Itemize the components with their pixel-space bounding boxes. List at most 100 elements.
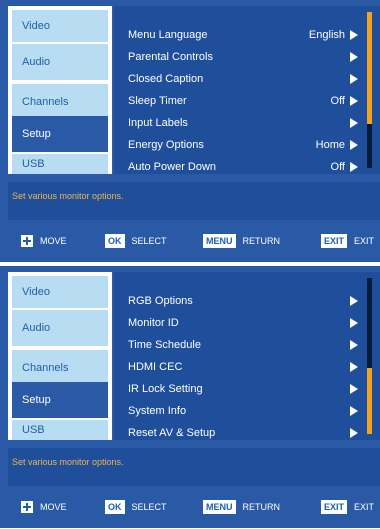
tab-usb[interactable]: USB bbox=[12, 420, 108, 440]
menu-item-label: Sleep Timer bbox=[128, 95, 187, 107]
tab-audio[interactable]: Audio bbox=[12, 44, 108, 80]
menu-item-input-labels[interactable]: Input Labels bbox=[128, 112, 358, 134]
return-hint: MENU RETURN bbox=[202, 233, 280, 249]
menu-item-system-info[interactable]: System Info bbox=[128, 400, 358, 422]
select-label: SELECT bbox=[131, 236, 167, 246]
exit-label: EXIT bbox=[354, 502, 375, 512]
menu-item-value bbox=[345, 118, 358, 128]
tab-panel: Video Audio Channels Setup USB bbox=[8, 272, 112, 440]
settings-screen-2: Video Audio Channels Setup USB RGB Optio… bbox=[0, 266, 380, 528]
tab-channels[interactable]: Channels bbox=[12, 350, 108, 386]
menu-item-value bbox=[345, 296, 358, 306]
control-bar: MOVE OK SELECT MENU RETURN EXIT EXIT bbox=[0, 224, 380, 258]
menu-item-ir-lock-setting[interactable]: IR Lock Setting bbox=[128, 378, 358, 400]
menu-item-value bbox=[345, 74, 358, 84]
ok-key: OK bbox=[104, 499, 126, 515]
tab-label: USB bbox=[22, 158, 45, 170]
arrow-right-icon bbox=[350, 74, 358, 84]
menu-item-closed-caption[interactable]: Closed Caption bbox=[128, 68, 358, 90]
scrollbar[interactable] bbox=[367, 12, 372, 168]
menu-item-label: Auto Power Down bbox=[128, 161, 217, 173]
help-label: Set various monitor options. bbox=[12, 457, 124, 467]
move-label: MOVE bbox=[40, 502, 67, 512]
menu-item-value bbox=[345, 406, 358, 416]
select-hint: OK SELECT bbox=[104, 233, 167, 249]
menu-item-monitor-id[interactable]: Monitor ID bbox=[128, 312, 358, 334]
return-hint: MENU RETURN bbox=[202, 499, 280, 515]
tab-label: Video bbox=[22, 286, 50, 298]
tab-label: Setup bbox=[22, 394, 51, 406]
tab-label: USB bbox=[22, 424, 45, 436]
tab-label: Audio bbox=[22, 322, 51, 334]
tab-label: Audio bbox=[22, 56, 51, 68]
tab-video[interactable]: Video bbox=[12, 276, 108, 308]
select-label: SELECT bbox=[131, 502, 167, 512]
tab-channels[interactable]: Channels bbox=[12, 84, 108, 120]
scrollbar-thumb[interactable] bbox=[367, 368, 372, 434]
arrow-right-icon bbox=[350, 318, 358, 328]
menu-item-time-schedule[interactable]: Time Schedule bbox=[128, 334, 358, 356]
menu-item-value bbox=[345, 384, 358, 394]
menu-item-label: Menu Language bbox=[128, 29, 208, 41]
arrow-right-icon bbox=[350, 340, 358, 350]
menu-item-value: English bbox=[309, 29, 358, 41]
dpad-icon bbox=[20, 500, 34, 514]
arrow-right-icon bbox=[350, 362, 358, 372]
scrollbar-thumb[interactable] bbox=[367, 12, 372, 124]
menu-item-label: Time Schedule bbox=[128, 339, 201, 351]
menu-item-hdmi-cec[interactable]: HDMI CEC bbox=[128, 356, 358, 378]
arrow-right-icon bbox=[350, 406, 358, 416]
arrow-right-icon bbox=[350, 30, 358, 40]
dpad-icon bbox=[20, 234, 34, 248]
arrow-right-icon bbox=[350, 96, 358, 106]
menu-key: MENU bbox=[202, 499, 237, 515]
menu-item-sleep-timer[interactable]: Sleep Timer Off bbox=[128, 90, 358, 112]
exit-hint: EXIT EXIT bbox=[320, 233, 374, 249]
return-label: RETURN bbox=[242, 502, 281, 512]
return-label: RETURN bbox=[242, 236, 281, 246]
menu-item-label: Closed Caption bbox=[128, 73, 204, 85]
tab-setup[interactable]: Setup bbox=[12, 382, 108, 418]
menu-item-auto-power-down[interactable]: Auto Power Down Off bbox=[128, 156, 358, 178]
menu-item-label: System Info bbox=[128, 405, 187, 417]
tab-label: Channels bbox=[22, 96, 69, 108]
tab-audio[interactable]: Audio bbox=[12, 310, 108, 346]
menu-item-label: HDMI CEC bbox=[128, 361, 183, 373]
tab-usb[interactable]: USB bbox=[12, 154, 108, 174]
tab-label: Video bbox=[22, 20, 50, 32]
menu-item-label: Parental Controls bbox=[128, 51, 213, 63]
menu-item-value bbox=[345, 52, 358, 62]
ok-key: OK bbox=[104, 233, 126, 249]
arrow-right-icon bbox=[350, 118, 358, 128]
menu-key: MENU bbox=[202, 233, 237, 249]
exit-label: EXIT bbox=[354, 236, 375, 246]
select-hint: OK SELECT bbox=[104, 499, 167, 515]
move-label: MOVE bbox=[40, 236, 67, 246]
help-text: Set various monitor options. bbox=[8, 448, 380, 486]
move-hint: MOVE bbox=[20, 234, 67, 248]
menu-item-label: Monitor ID bbox=[128, 317, 179, 329]
arrow-right-icon bbox=[350, 296, 358, 306]
menu-item-parental-controls[interactable]: Parental Controls bbox=[128, 46, 358, 68]
control-bar: MOVE OK SELECT MENU RETURN EXIT EXIT bbox=[0, 490, 380, 524]
menu-item-value: Off bbox=[331, 95, 358, 107]
arrow-right-icon bbox=[350, 162, 358, 172]
menu-list: Menu Language English Parental Controls … bbox=[114, 6, 380, 174]
menu-item-label: RGB Options bbox=[128, 295, 193, 307]
help-text: Set various monitor options. bbox=[8, 182, 380, 220]
tab-video[interactable]: Video bbox=[12, 10, 108, 42]
menu-item-energy-options[interactable]: Energy Options Home bbox=[128, 134, 358, 156]
menu-item-rgb-options[interactable]: RGB Options bbox=[128, 290, 358, 312]
scrollbar[interactable] bbox=[367, 278, 372, 434]
menu-item-label: IR Lock Setting bbox=[128, 383, 203, 395]
menu-item-value bbox=[345, 318, 358, 328]
menu-item-value: Home bbox=[316, 139, 358, 151]
arrow-right-icon bbox=[350, 140, 358, 150]
tab-setup[interactable]: Setup bbox=[12, 116, 108, 152]
menu-item-reset-av-setup[interactable]: Reset AV & Setup bbox=[128, 422, 358, 444]
help-label: Set various monitor options. bbox=[12, 191, 124, 201]
menu-item-value: Off bbox=[331, 161, 358, 173]
tab-panel: Video Audio Channels Setup USB bbox=[8, 6, 112, 174]
arrow-right-icon bbox=[350, 52, 358, 62]
menu-item-language[interactable]: Menu Language English bbox=[128, 24, 358, 46]
